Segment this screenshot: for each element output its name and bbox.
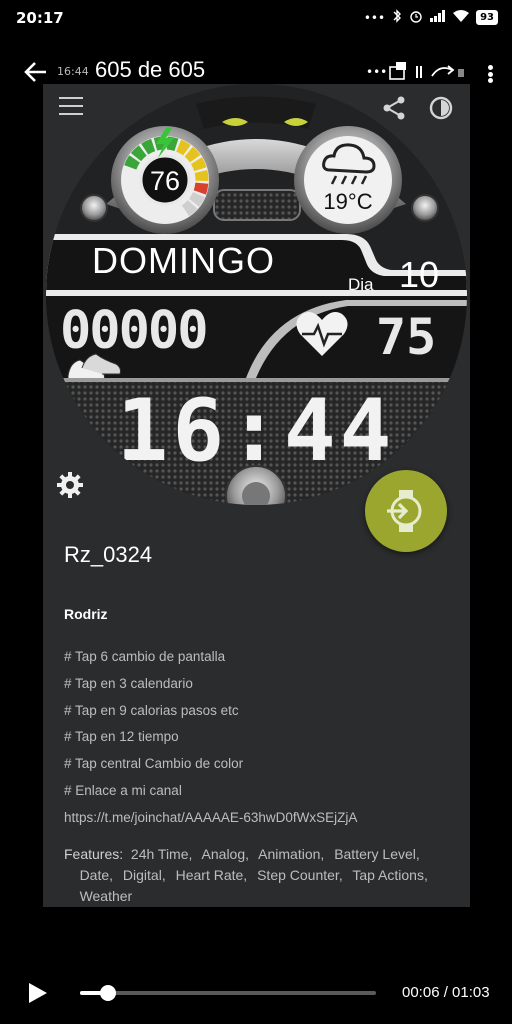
feature-item: Weather [79, 888, 133, 904]
features-list: Features: 24h Time, Analog, Animation, B… [64, 844, 456, 907]
feature-item: Step Counter, [257, 867, 343, 883]
seek-bar[interactable] [80, 985, 376, 1001]
watch-face-name: Rz_0324 [64, 542, 153, 567]
watch-install-icon [387, 490, 422, 532]
watch-settings-button[interactable] [55, 470, 85, 500]
feature-item: Animation, [258, 846, 325, 862]
dot-icon [487, 65, 493, 70]
svg-text:•••: ••• [366, 65, 387, 79]
feature-item: Battery Level, [334, 846, 420, 862]
feature-item: Digital, [122, 867, 166, 883]
play-button[interactable] [24, 980, 50, 1006]
feature-item: 24h Time, [130, 846, 193, 862]
seek-thumb[interactable] [100, 985, 117, 1001]
feature-item: Tap Actions, [352, 867, 428, 883]
play-icon [29, 983, 47, 1003]
temperature-value: 19°C [323, 189, 372, 214]
more-icon: ••• [363, 10, 386, 25]
alarm-icon [409, 9, 423, 26]
features-label: Features: [64, 846, 124, 862]
battery-gauge-segment [193, 182, 209, 195]
battery-gauge-segment [176, 139, 191, 156]
feature-item: Date, [79, 867, 114, 883]
feature-item: Heart Rate, [175, 867, 248, 883]
battery-icon: 93 [476, 10, 498, 25]
send-to-watch-button[interactable] [365, 470, 447, 552]
status-icons: ••• 93 [364, 9, 498, 26]
back-arrow-icon [24, 62, 46, 82]
heart-rate-value: 75 [376, 308, 436, 366]
share-icon [383, 96, 405, 120]
battery-gauge-segment [184, 146, 201, 163]
back-button[interactable] [22, 58, 50, 86]
watchface-detail-panel: 76 19°C DOMINGO Dia 10 00000 75 16:44 Rz… [43, 84, 470, 907]
share-button[interactable] [381, 95, 407, 121]
day-number: 10 [399, 254, 439, 295]
description-line: # Enlace a mi canal [64, 782, 182, 798]
description-line: # Tap central Cambio de color [64, 756, 244, 772]
feature-item: Analog, [201, 846, 250, 862]
menu-line [59, 97, 83, 99]
battery-gauge-segment [194, 169, 209, 182]
battery-gauge-segment [141, 138, 156, 155]
capture-time: 16:44 [57, 65, 89, 78]
menu-button[interactable] [59, 97, 83, 115]
description-line: # Tap en 12 tiempo [64, 729, 179, 745]
ambient-mode-button[interactable] [428, 95, 454, 121]
battery-gauge-segment [130, 145, 147, 162]
dot-icon [487, 71, 493, 77]
author-name[interactable]: Rodriz [64, 606, 108, 622]
signal-icon [430, 10, 446, 25]
panel-header [43, 84, 470, 130]
menu-line [59, 105, 83, 107]
wifi-icon [453, 10, 470, 25]
day-name: DOMINGO [92, 240, 275, 281]
bluetooth-icon [392, 9, 402, 26]
watch-face-graphic: 76 19°C DOMINGO Dia 10 00000 75 16:44 [46, 84, 467, 505]
playback-time: 00:06 / 01:03 [402, 984, 490, 1001]
ambient-mode-icon [429, 96, 453, 120]
description-line: # Tap 6 cambio de pantalla [64, 649, 226, 664]
video-player-controls: 00:06 / 01:03 [0, 960, 512, 1024]
day-label: Dia [348, 275, 374, 294]
description-line: # Tap en 9 calorias pasos etc [64, 702, 239, 718]
menu-line [59, 113, 83, 115]
more-options-button[interactable] [480, 62, 500, 86]
status-time: 20:17 [16, 9, 64, 27]
status-bar: 20:17 ••• 93 [0, 0, 512, 36]
dot-icon [487, 78, 493, 83]
battery-level-value: 76 [150, 166, 180, 196]
channel-link[interactable]: https://t.me/joinchat/AAAAAE-63hwD0fWxSE… [64, 805, 357, 832]
gear-icon [57, 472, 83, 498]
viewer-title: 605 de 605 [95, 57, 206, 82]
battery-gauge-segment [188, 191, 205, 207]
description-line: # Tap en 3 calendario [64, 675, 193, 691]
description-list: # Tap 6 cambio de pantalla # Tap en 3 ca… [64, 644, 357, 832]
watch-face-preview[interactable]: 76 19°C DOMINGO Dia 10 00000 75 16:44 [46, 84, 467, 505]
battery-gauge-segment [124, 155, 141, 170]
step-count: 00000 [60, 301, 207, 361]
battery-gauge-segment [181, 200, 198, 217]
battery-gauge-segment [190, 157, 207, 172]
